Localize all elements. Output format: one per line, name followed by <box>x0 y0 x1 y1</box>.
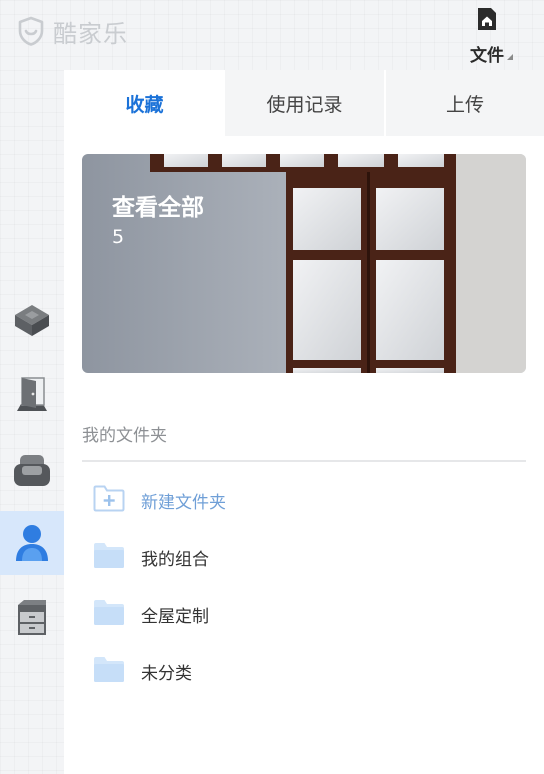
tab-favorites[interactable]: 收藏 <box>64 70 225 136</box>
logo-text: 酷家乐 <box>53 19 128 48</box>
rail-item-mine[interactable] <box>0 511 64 575</box>
cabinet-icon <box>18 600 46 635</box>
rail-item-cabinet[interactable] <box>0 586 64 650</box>
folder-item[interactable]: 未分类 <box>82 651 526 691</box>
user-icon <box>16 525 48 561</box>
door-icon <box>17 377 47 411</box>
folder-label: 全屋定制 <box>141 607 209 627</box>
sofa-icon <box>14 455 50 486</box>
folder-icon <box>94 543 124 568</box>
tab-favorites-label: 收藏 <box>125 93 164 116</box>
rail-item-door[interactable] <box>0 362 64 426</box>
shield-smile-icon <box>18 16 44 46</box>
favorites-count: 5 <box>112 226 125 248</box>
file-menu-label: 文件 <box>470 46 504 66</box>
file-menu-button[interactable]: 文件 <box>466 6 513 66</box>
new-folder-label: 新建文件夹 <box>141 493 226 513</box>
folder-item[interactable]: 全屋定制 <box>82 594 526 634</box>
folder-item[interactable]: 我的组合 <box>82 537 526 577</box>
home-document-icon <box>478 8 496 30</box>
folder-label: 我的组合 <box>141 550 209 570</box>
library-panel: 收藏 使用记录 上传 查看全部 5 我的文件夹 新建文件夹 我的组合 全屋定制 … <box>64 70 544 774</box>
wardrobe-thumbnail <box>82 154 526 373</box>
view-all-label: 查看全部 <box>112 195 204 221</box>
rail-item-furniture[interactable] <box>0 438 64 502</box>
cube-icon <box>15 305 49 336</box>
folder-icon <box>94 600 124 625</box>
expand-corner-icon <box>507 54 513 60</box>
new-folder-button[interactable]: 新建文件夹 <box>82 480 526 520</box>
rail-item-structure[interactable] <box>0 288 64 352</box>
section-divider <box>82 460 526 462</box>
app-logo: 酷家乐 <box>17 15 128 48</box>
tab-history-label: 使用记录 <box>266 93 343 116</box>
tab-history[interactable]: 使用记录 <box>225 70 384 136</box>
folder-add-icon <box>93 485 125 512</box>
tab-upload[interactable]: 上传 <box>386 70 544 136</box>
library-tabs: 收藏 使用记录 上传 <box>64 70 544 136</box>
folder-icon <box>94 657 124 682</box>
folder-label: 未分类 <box>141 664 192 684</box>
favorites-banner[interactable]: 查看全部 5 <box>82 154 526 373</box>
tab-upload-label: 上传 <box>445 93 484 116</box>
my-folders-heading: 我的文件夹 <box>82 426 167 446</box>
